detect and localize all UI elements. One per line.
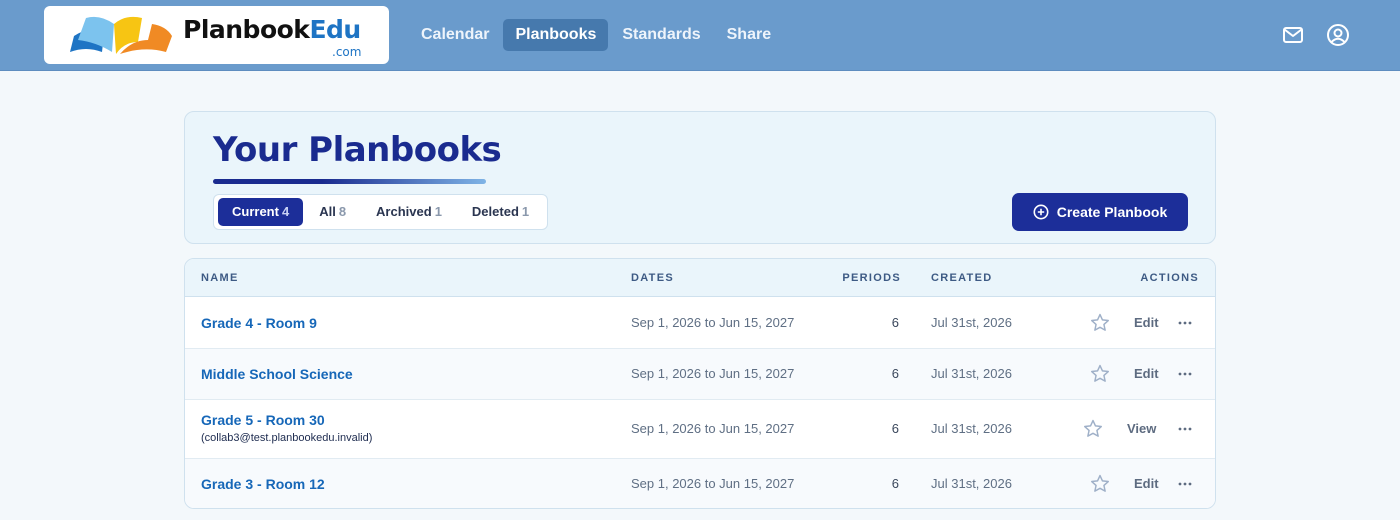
account-circle-icon[interactable]	[1326, 23, 1350, 47]
filter-tabs: Current 4 All 8 Archived 1 Deleted 1	[213, 194, 549, 230]
column-header-periods[interactable]: PERIODS	[842, 259, 901, 297]
planbook-created: Jul 31st, 2026	[931, 476, 1012, 491]
filter-tab-all[interactable]: All 8	[305, 198, 360, 226]
view-planbook-link[interactable]: View	[1127, 421, 1156, 436]
filter-tab-archived[interactable]: Archived 1	[362, 198, 456, 226]
column-header-actions: ACTIONS	[1140, 272, 1199, 284]
star-icon[interactable]	[1082, 418, 1104, 440]
column-header-dates[interactable]: DATES	[631, 259, 674, 297]
column-header-name[interactable]: NAME	[201, 259, 239, 297]
planbook-dates: Sep 1, 2026 to Jun 15, 2027	[631, 315, 795, 330]
star-icon[interactable]	[1089, 363, 1111, 385]
planbook-created: Jul 31st, 2026	[931, 366, 1012, 381]
edit-planbook-link[interactable]: Edit	[1134, 315, 1159, 330]
table-row: Middle School Science Sep 1, 2026 to Jun…	[185, 349, 1215, 400]
title-underline	[213, 179, 486, 184]
star-icon[interactable]	[1089, 312, 1111, 334]
planbook-periods: 6	[891, 315, 899, 330]
more-options-icon[interactable]	[1177, 315, 1193, 331]
planbook-periods: 6	[891, 476, 899, 491]
nav-calendar[interactable]: Calendar	[409, 19, 501, 51]
planbook-created: Jul 31st, 2026	[931, 315, 1012, 330]
filter-tab-current[interactable]: Current 4	[218, 198, 304, 226]
planbook-created: Jul 31st, 2026	[931, 421, 1012, 436]
edit-planbook-link[interactable]: Edit	[1134, 366, 1159, 381]
nav-standards[interactable]: Standards	[610, 19, 712, 51]
plus-circle-icon	[1033, 204, 1049, 220]
table-header: NAME DATES PERIODS CREATED ACTIONS	[185, 259, 1215, 297]
planbook-owner-email: (collab3@test.planbookedu.invalid)	[201, 432, 373, 444]
planbooks-table: NAME DATES PERIODS CREATED ACTIONS Grade…	[184, 258, 1216, 509]
star-icon[interactable]	[1089, 473, 1111, 495]
planbooks-header-card: Your Planbooks Current 4 All 8 Archived 1 D…	[184, 111, 1216, 244]
edit-planbook-link[interactable]: Edit	[1134, 476, 1159, 491]
table-row: Grade 5 - Room 30 (collab3@test.planbook…	[185, 400, 1215, 459]
nav-planbooks[interactable]: Planbooks	[503, 19, 609, 51]
create-planbook-button[interactable]: Create Planbook	[1012, 193, 1188, 231]
nav-share[interactable]: Share	[715, 19, 783, 51]
table-row: Grade 4 - Room 9 Sep 1, 2026 to Jun 15, …	[185, 298, 1215, 349]
book-logo-icon	[70, 16, 172, 54]
top-bar: PlanbookEdu .com Calendar Planbooks Stan…	[0, 0, 1400, 71]
planbook-dates: Sep 1, 2026 to Jun 15, 2027	[631, 421, 795, 436]
page-title: Your Planbooks	[213, 130, 502, 170]
brand-name: PlanbookEdu	[183, 15, 361, 44]
planbook-dates: Sep 1, 2026 to Jun 15, 2027	[631, 476, 795, 491]
planbook-name-link[interactable]: Grade 3 - Room 12	[201, 476, 325, 492]
more-options-icon[interactable]	[1177, 366, 1193, 382]
filter-tab-deleted[interactable]: Deleted 1	[458, 198, 543, 226]
mail-icon[interactable]	[1281, 23, 1305, 47]
more-options-icon[interactable]	[1177, 476, 1193, 492]
planbook-name-link[interactable]: Grade 5 - Room 30	[201, 412, 325, 428]
planbook-dates: Sep 1, 2026 to Jun 15, 2027	[631, 366, 795, 381]
planbook-periods: 6	[891, 421, 899, 436]
planbook-name-link[interactable]: Middle School Science	[201, 366, 353, 382]
brand-domain-suffix: .com	[332, 45, 362, 59]
planbook-name-link[interactable]: Grade 4 - Room 9	[201, 315, 317, 331]
more-options-icon[interactable]	[1177, 421, 1193, 437]
column-header-created[interactable]: CREATED	[931, 259, 992, 297]
main-nav: Calendar Planbooks Standards Share	[409, 19, 783, 51]
table-row: Grade 3 - Room 12 Sep 1, 2026 to Jun 15,…	[185, 459, 1215, 508]
logo[interactable]: PlanbookEdu .com	[44, 6, 389, 64]
planbook-periods: 6	[891, 366, 899, 381]
